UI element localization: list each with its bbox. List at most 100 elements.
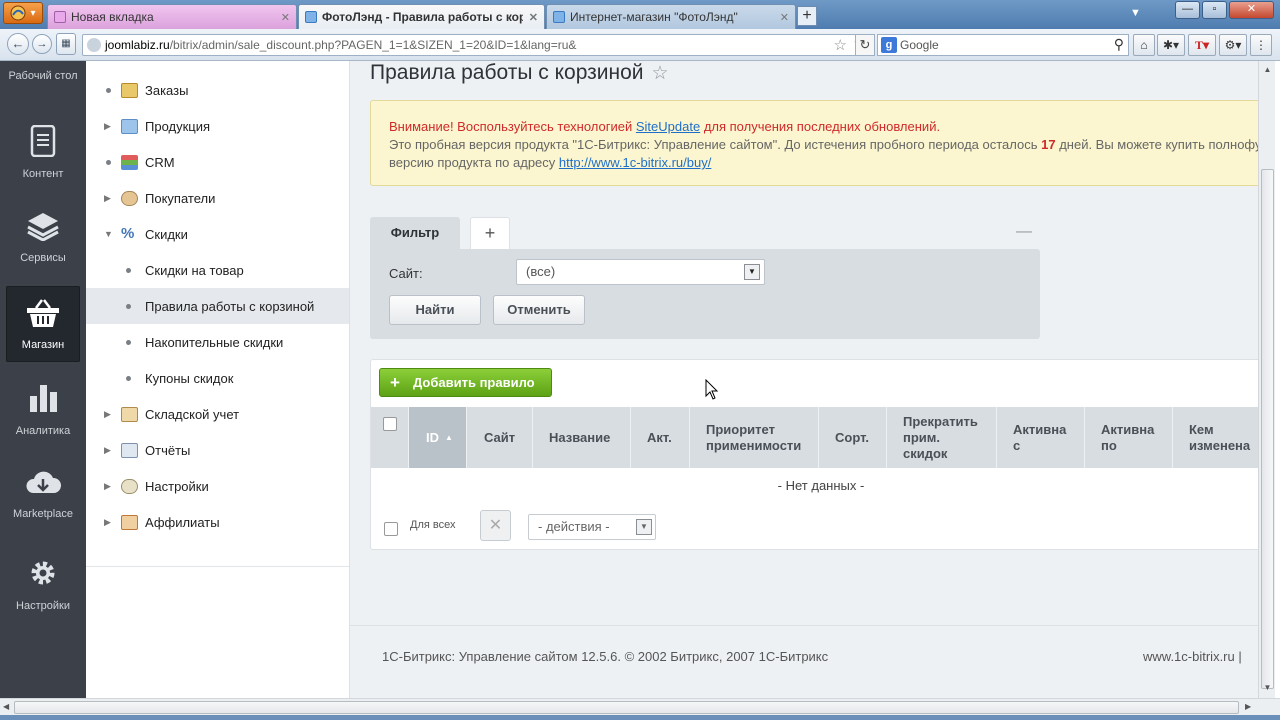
site-identity-icon[interactable]: ▦	[56, 33, 76, 55]
url-path: /bitrix/admin/sale_discount.php?PAGEN_1=…	[169, 38, 577, 52]
panel-item-settings[interactable]: Настройки	[6, 557, 80, 613]
scroll-down-icon[interactable]: ▼	[1262, 683, 1273, 692]
menu-item-coupons[interactable]: Купоны скидок	[86, 360, 349, 396]
home-icon[interactable]: ⌂	[1133, 34, 1155, 56]
vertical-scroll-thumb[interactable]	[1261, 169, 1274, 689]
column-stop-discounts[interactable]: Прекратить прим. скидок	[887, 407, 997, 468]
delete-button[interactable]: ✕	[480, 510, 511, 541]
column-name[interactable]: Название	[533, 407, 631, 468]
expand-arrow-icon[interactable]: ▶	[104, 481, 111, 492]
add-rule-button[interactable]: + Добавить правило	[379, 368, 552, 397]
close-window-button[interactable]: ✕	[1229, 1, 1274, 19]
menu-item-product-discounts[interactable]: Скидки на товар	[86, 252, 349, 288]
menu-item-affiliates[interactable]: ▶ Аффилиаты	[86, 504, 349, 540]
panel-item-marketplace[interactable]: Marketplace	[6, 469, 80, 521]
column-label: Приоритет применимости	[706, 421, 802, 453]
forward-button[interactable]: →	[32, 34, 52, 54]
actions-select[interactable]: - действия - ▼	[528, 514, 656, 540]
menu-item-customers[interactable]: ▶ Покупатели	[86, 180, 349, 216]
tab-new[interactable]: Новая вкладка ✕	[47, 4, 297, 29]
tab-fotolend-rules[interactable]: ФотоЛэнд - Правила работы с корз... ✕	[298, 4, 545, 29]
menu-item-label: Правила работы с корзиной	[145, 298, 315, 314]
footer-bitrix-link[interactable]: www.1c-bitrix.ru |	[1143, 649, 1242, 664]
menu-item-cumulative-discounts[interactable]: Накопительные скидки	[86, 324, 349, 360]
site-select[interactable]: (все) ▼	[516, 259, 765, 285]
basket-icon	[6, 298, 80, 332]
expand-arrow-icon[interactable]: ▶	[104, 517, 111, 528]
select-all-checkbox[interactable]	[383, 417, 397, 431]
select-all-cell	[371, 407, 409, 468]
siteupdate-link[interactable]: SiteUpdate	[636, 119, 700, 134]
maximize-window-button[interactable]: ▫	[1202, 1, 1227, 19]
menu-item-warehouse[interactable]: ▶ Складской учет	[86, 396, 349, 432]
column-modified-by[interactable]: Кем изменена	[1173, 407, 1258, 468]
menu-item-orders[interactable]: Заказы	[86, 72, 349, 108]
menu-icon[interactable]: ⋮	[1250, 34, 1272, 56]
find-button[interactable]: Найти	[389, 295, 481, 325]
panel-item-content[interactable]: Контент	[6, 124, 80, 185]
cloud-download-icon	[6, 469, 80, 501]
column-site[interactable]: Сайт	[468, 407, 533, 468]
collapse-arrow-icon[interactable]: ▼	[104, 229, 113, 239]
column-priority[interactable]: Приоритет применимости	[690, 407, 819, 468]
expand-arrow-icon[interactable]: ▶	[104, 193, 111, 204]
close-icon[interactable]: ✕	[281, 11, 290, 24]
layers-icon	[6, 211, 80, 245]
buy-link[interactable]: http://www.1c-bitrix.ru/buy/	[559, 155, 711, 170]
column-sort[interactable]: Сорт.	[819, 407, 887, 468]
url-bar[interactable]: joomlabiz.ru/bitrix/admin/sale_discount.…	[82, 34, 874, 56]
for-all-label: Для всех	[410, 519, 456, 531]
add-filter-tab-button[interactable]: +	[470, 217, 510, 249]
window-bottom-border	[0, 715, 1280, 720]
firefox-menu-button[interactable]: ▾	[3, 2, 43, 24]
close-icon[interactable]: ✕	[780, 11, 789, 24]
tab-title: Интернет-магазин "ФотоЛэнд"	[570, 10, 738, 24]
column-active-to[interactable]: Активна по	[1085, 407, 1173, 468]
minimize-filter-button[interactable]: —	[1016, 223, 1032, 241]
panel-item-label: Сервисы	[20, 252, 66, 264]
notice-trial-text: Это пробная версия продукта "1С-Битрикс:…	[389, 137, 1042, 152]
addon-icon[interactable]: ✱▾	[1157, 34, 1185, 56]
cancel-button[interactable]: Отменить	[493, 295, 585, 325]
grid-footer: Для всех ✕ - действия - ▼	[371, 504, 1258, 550]
column-active-from[interactable]: Активна с	[997, 407, 1085, 468]
bookmark-star-icon[interactable]: ☆	[834, 36, 847, 54]
scroll-right-icon[interactable]: ▶	[1245, 702, 1251, 711]
close-icon[interactable]: ✕	[529, 11, 538, 24]
actions-select-value: - действия -	[538, 519, 610, 534]
expand-arrow-icon[interactable]: ▶	[104, 121, 111, 132]
menu-item-discounts[interactable]: ▼ % Скидки	[86, 216, 349, 252]
column-active[interactable]: Акт.	[631, 407, 690, 468]
search-input[interactable]: g Google ⚲	[877, 34, 1129, 56]
menu-item-label: Заказы	[145, 82, 189, 98]
text-tool-icon[interactable]: T▾	[1188, 34, 1216, 56]
panel-item-shop[interactable]: Магазин	[6, 286, 80, 362]
menu-item-products[interactable]: ▶ Продукция	[86, 108, 349, 144]
tools-icon[interactable]: ⚙▾	[1219, 34, 1247, 56]
expand-arrow-icon[interactable]: ▶	[104, 409, 111, 420]
column-id[interactable]: ID ▲	[409, 407, 467, 468]
menu-item-reports[interactable]: ▶ Отчёты	[86, 432, 349, 468]
minimize-window-button[interactable]: —	[1175, 1, 1200, 19]
panel-item-analytics[interactable]: Аналитика	[6, 382, 80, 438]
menu-item-crm[interactable]: CRM	[86, 144, 349, 180]
horizontal-scroll-thumb[interactable]	[14, 701, 1239, 714]
favorite-star-icon[interactable]: ☆	[652, 63, 669, 84]
back-button[interactable]: ←	[7, 33, 29, 55]
new-tab-button[interactable]: +	[797, 6, 817, 26]
tab-list-icon[interactable]: ▼	[1130, 7, 1141, 19]
search-icon[interactable]: ⚲	[1114, 36, 1124, 53]
tab-filter[interactable]: Фильтр	[370, 217, 460, 249]
scroll-left-icon[interactable]: ◀	[3, 702, 9, 711]
menu-item-settings[interactable]: ▶ Настройки	[86, 468, 349, 504]
vertical-scrollbar[interactable]: ▲ ▼	[1258, 61, 1275, 698]
for-all-checkbox[interactable]	[384, 522, 398, 536]
horizontal-scrollbar[interactable]: ◀ ▶	[0, 698, 1280, 715]
panel-item-desktop[interactable]: Рабочий стол	[6, 69, 80, 109]
scroll-up-icon[interactable]: ▲	[1262, 65, 1273, 74]
menu-item-cart-rules[interactable]: Правила работы с корзиной	[86, 288, 349, 324]
expand-arrow-icon[interactable]: ▶	[104, 445, 111, 456]
tab-shop[interactable]: Интернет-магазин "ФотоЛэнд" ✕	[546, 4, 796, 29]
reload-button[interactable]: ↻	[855, 34, 875, 56]
panel-item-services[interactable]: Сервисы	[6, 211, 80, 267]
